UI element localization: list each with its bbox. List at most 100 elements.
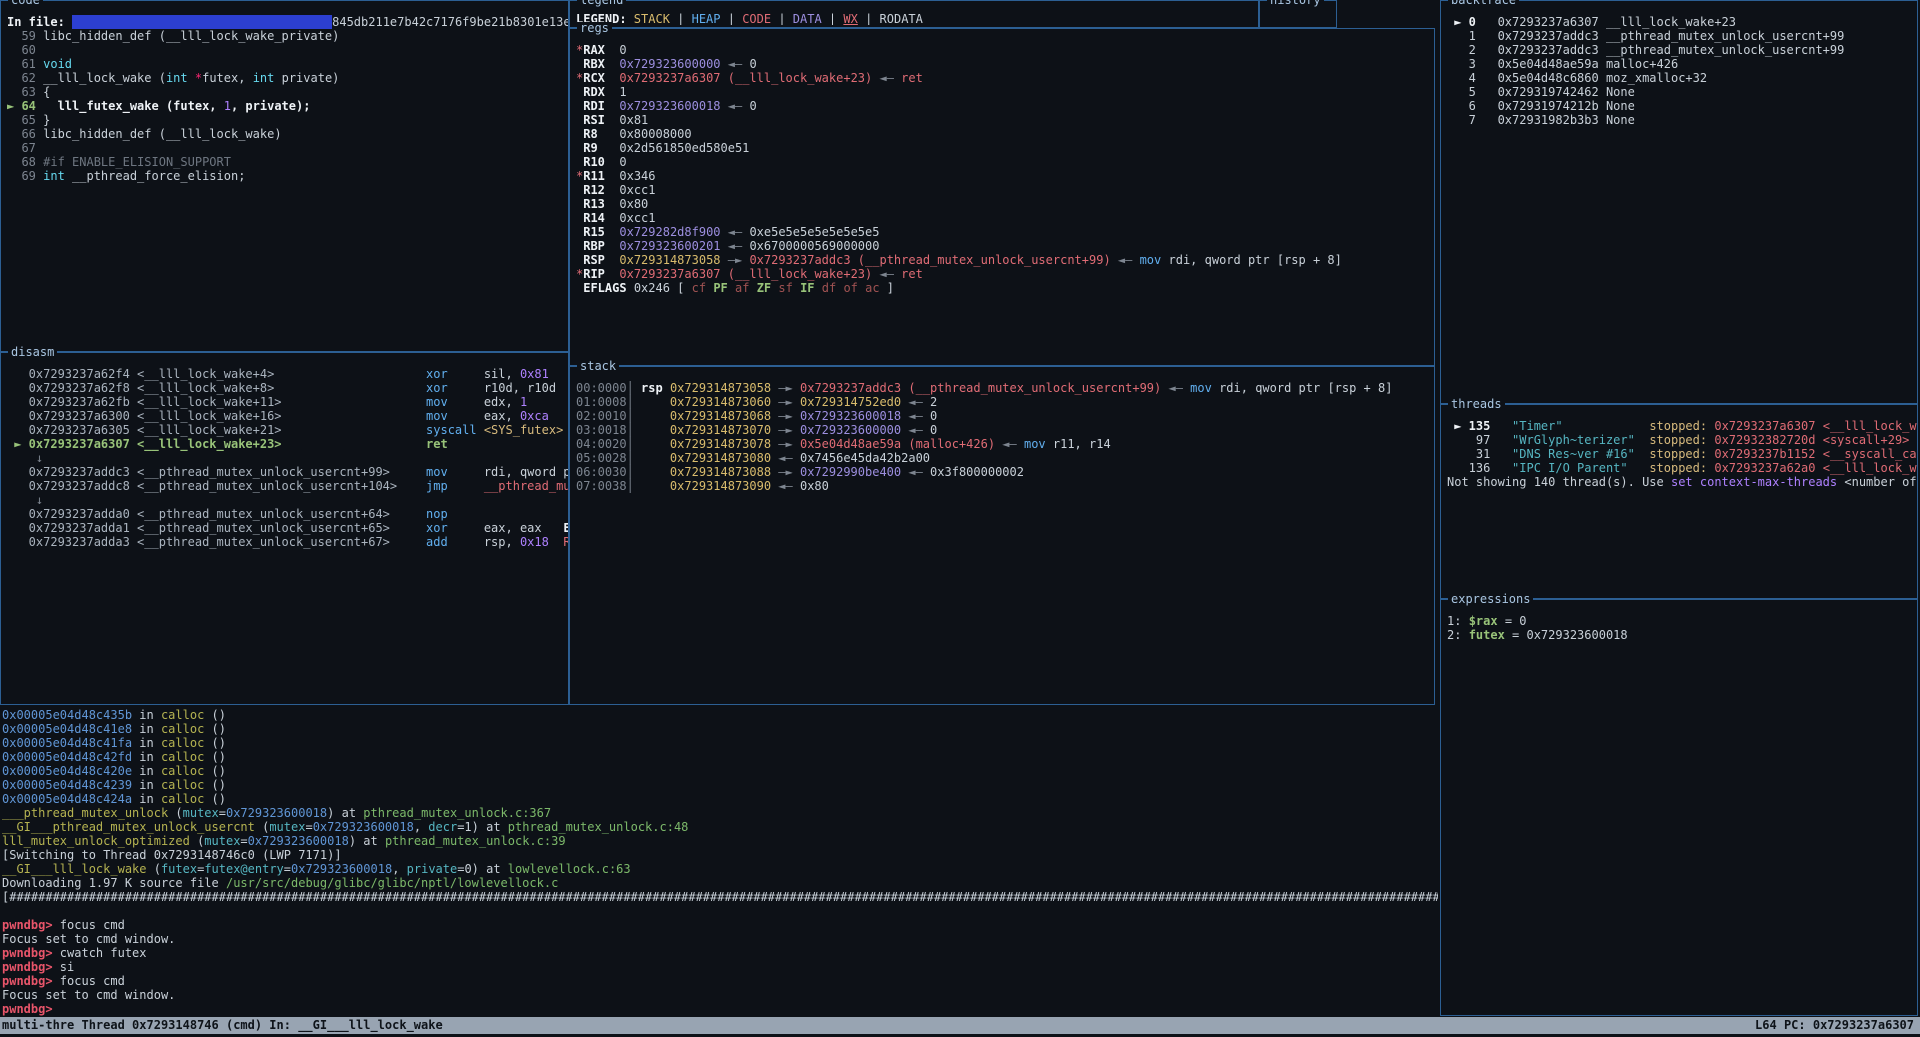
- text-run: "DNS Res~ver #16": [1512, 447, 1635, 461]
- text-run: sf: [778, 281, 792, 295]
- panel-title-expressions: expressions: [1448, 593, 1533, 606]
- text-run: focus cmd: [60, 918, 125, 932]
- source-line: 66 libc_hidden_def (__lll_lock_wake): [7, 127, 568, 141]
- source-line: 69 int __pthread_force_elision;: [7, 169, 568, 183]
- text-run: int: [166, 71, 188, 85]
- text-run: =: [219, 806, 226, 820]
- text-run: 1: [605, 85, 627, 99]
- text-run: 0x7293237a6307 __lll_lock_wake+23: [1498, 15, 1736, 29]
- text-run: |: [670, 12, 692, 25]
- text-run: PF: [713, 281, 727, 295]
- text-run: 0x18: [520, 535, 549, 549]
- text-run: ,: [414, 820, 428, 834]
- text-run: 66: [7, 127, 43, 141]
- text-run: = 0x729323600018: [1505, 628, 1628, 642]
- text-run: ret: [901, 267, 923, 281]
- text-run: mov: [426, 409, 484, 423]
- text-run: ◄—: [872, 71, 901, 85]
- text-run: 0x729314873068: [670, 409, 771, 423]
- text-run: (): [204, 708, 226, 722]
- text-run: 0xe5e5e5e5e5e5e5e5: [749, 225, 879, 239]
- text-run: ac: [865, 281, 879, 295]
- text-run: in: [132, 708, 161, 722]
- text-run: $rax: [1469, 614, 1498, 628]
- panel-threads: threads ► 135 "Timer" stopped: 0x7293237…: [1440, 404, 1918, 599]
- text-run: 00:0000│: [576, 381, 641, 395]
- text-run: 845db211e7b42c7176f9be21b8301e13e: [332, 15, 568, 29]
- text-run: R14: [583, 211, 605, 225]
- text-run: —►: [771, 381, 800, 395]
- console-line: __GI___pthread_mutex_unlock_usercnt (mut…: [2, 820, 1438, 834]
- text-run: 0x00005e04d48c420e: [2, 764, 132, 778]
- panel-title-legend: legend: [577, 0, 626, 7]
- register-row: R15 0x729282d8f900 ◄— 0xe5e5e5e5e5e5e5e5: [576, 225, 1434, 239]
- stack-row: 02:0010│ 0x729314873068 —► 0x72932360001…: [576, 409, 1434, 423]
- text-run: "Timer": [1512, 419, 1563, 433]
- thread-row: 136 "IPC I/O Parent" stopped: 0x7293237a…: [1447, 461, 1917, 475]
- source-code-content: In file: 845db211e7b42c7176f9be21b8301e1…: [7, 15, 568, 349]
- text-run: eax,: [484, 409, 520, 423]
- text-run: [1563, 419, 1650, 433]
- text-run: HEAP: [692, 12, 721, 25]
- text-run: 97: [1447, 433, 1512, 447]
- text-run: R11: [583, 169, 605, 183]
- text-run: 0x729282d8f900: [619, 225, 720, 239]
- text-run: RSP: [583, 253, 605, 267]
- text-run: [1635, 433, 1649, 447]
- text-run: stopped:: [1649, 419, 1714, 433]
- panel-disasm: disasm 0x7293237a62f4 <__lll_lock_wake+4…: [0, 352, 569, 705]
- console-line: pwndbg> focus cmd: [2, 974, 1438, 988]
- text-run: (: [147, 862, 161, 876]
- text-run: |: [858, 12, 880, 25]
- text-run: [728, 281, 735, 295]
- text-run: 0: [930, 409, 937, 423]
- backtrace-frame: 1 0x7293237addc3 __pthread_mutex_unlock_…: [1447, 29, 1917, 43]
- text-run: set context-max-threads: [1671, 475, 1837, 489]
- text-run: cf: [692, 281, 706, 295]
- text-run: 0x00005e04d48c424a: [2, 792, 132, 806]
- text-run: calloc: [161, 708, 204, 722]
- text-run: 0x729314873090: [670, 479, 771, 493]
- text-run: 0x72932382720d <syscall+29>: [1714, 433, 1909, 447]
- text-run: 0x00005e04d48c42fd: [2, 750, 132, 764]
- text-run: calloc: [161, 722, 204, 736]
- text-run: [1635, 447, 1649, 461]
- text-run: =0) at: [457, 862, 508, 876]
- text-run: 0x81: [520, 367, 549, 381]
- text-run: ► 0x7293237a6307 <__lll_lock_wake+23> re…: [7, 437, 448, 451]
- panel-title-disasm: disasm: [8, 346, 57, 359]
- text-run: rdi, qword ptr [rsp + 8]: [1212, 381, 1393, 395]
- text-run: rdi, qword ptr [rsp + 8]: [484, 465, 568, 479]
- text-run: calloc: [161, 792, 204, 806]
- text-run: xor: [426, 367, 484, 381]
- text-run: |: [721, 12, 743, 25]
- text-run: 0x7293237a62f8 <__lll_lock_wake+8>: [7, 381, 426, 395]
- console-line: __GI___lll_lock_wake (futex=futex@entry=…: [2, 862, 1438, 876]
- text-run: [72, 15, 332, 29]
- text-run: 0x5e04d48ae59a (malloc+426): [800, 437, 995, 451]
- register-row: R12 0xcc1: [576, 183, 1434, 197]
- console-line: 0x00005e04d48c42fd in calloc (): [2, 750, 1438, 764]
- text-run: 0: [930, 423, 937, 437]
- text-run: 0x80: [800, 479, 829, 493]
- backtrace-frame: 3 0x5e04d48ae59a malloc+426: [1447, 57, 1917, 71]
- text-run: futex,: [202, 71, 253, 85]
- text-run: ↓: [7, 451, 43, 465]
- disasm-line: ↓: [7, 451, 568, 465]
- text-run: R: [563, 535, 568, 549]
- text-run: xor: [426, 521, 484, 535]
- text-run: futex: [161, 862, 197, 876]
- text-run: [605, 239, 619, 253]
- text-run: —►: [771, 409, 800, 423]
- text-run: sil,: [484, 367, 520, 381]
- text-run: 0x7293237a6307 (__lll_lock_wake+23): [619, 71, 872, 85]
- stack-row: 03:0018│ 0x729314873070 —► 0x72932360000…: [576, 423, 1434, 437]
- text-run: 0x246 [: [627, 281, 692, 295]
- stack-row: 00:0000│ rsp 0x729314873058 —► 0x7293237…: [576, 381, 1434, 395]
- text-run: In file:: [7, 15, 72, 29]
- threads-content: ► 135 "Timer" stopped: 0x7293237a6307 <_…: [1447, 419, 1917, 596]
- command-console[interactable]: 0x00005e04d48c435b in calloc ()0x00005e0…: [2, 708, 1438, 1016]
- text-run: rsp,: [484, 535, 520, 549]
- text-run: mov: [1190, 381, 1212, 395]
- panel-title-backtrace: backtrace: [1448, 0, 1519, 7]
